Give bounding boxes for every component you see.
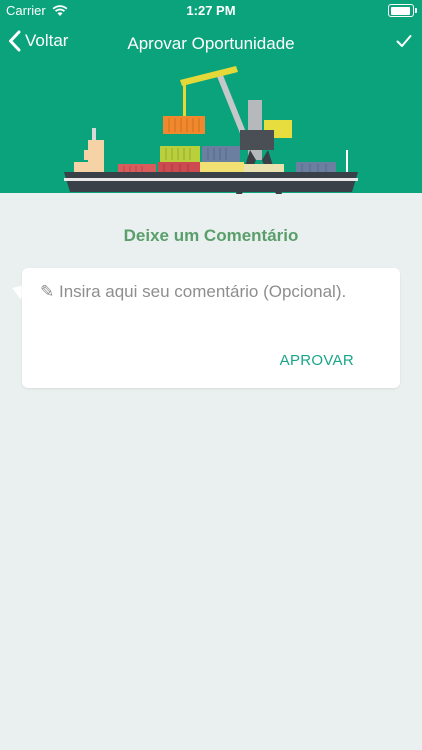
clock: 1:27 PM	[186, 3, 236, 18]
page-title: Aprovar Oportunidade	[127, 34, 295, 53]
status-bar: Carrier 1:27 PM	[0, 0, 422, 22]
comment-input[interactable]	[40, 282, 382, 302]
comment-card: APROVAR	[22, 268, 400, 388]
section-title: Deixe um Comentário	[123, 226, 299, 245]
cargo-ship-illustration	[64, 66, 358, 194]
checkmark-icon[interactable]	[396, 34, 412, 48]
battery-icon	[388, 4, 417, 17]
approve-button[interactable]: APROVAR	[280, 352, 354, 369]
